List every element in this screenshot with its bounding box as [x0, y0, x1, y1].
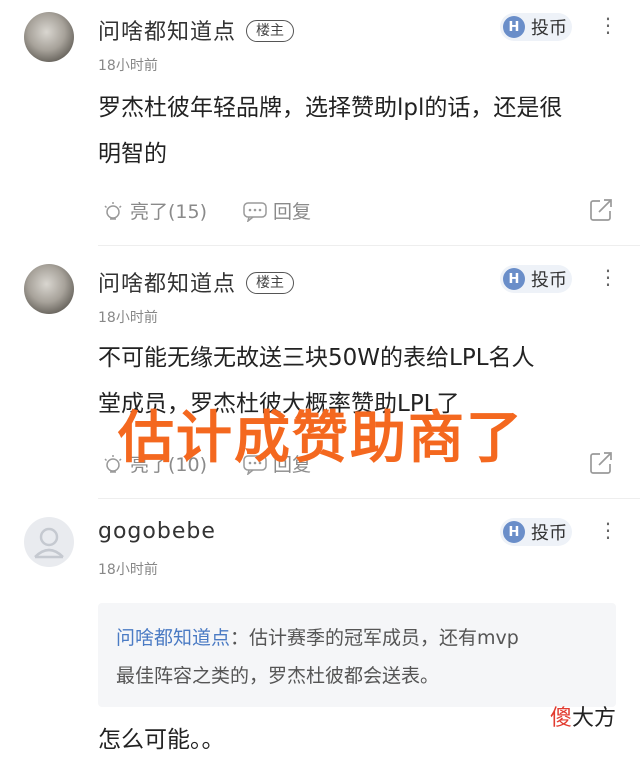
username[interactable]: gogobebe — [98, 519, 216, 544]
username-text[interactable]: gogobebe — [98, 519, 216, 544]
more-options-icon[interactable]: ⋮ — [598, 520, 618, 540]
overlay-caption: 估计成赞助商了 — [118, 406, 524, 471]
quote-text: 问啥都知道点：估计赛季的冠军成员，还有mvp 最佳阵容之类的，罗杰杜彼都会送表。 — [116, 619, 598, 695]
watermark-part-2: 大方 — [572, 706, 617, 731]
comment-line: 怎么可能。。 — [98, 727, 225, 753]
coin-label: 投币 — [531, 18, 567, 39]
watermark: 傻大方 — [550, 700, 616, 732]
comment-text: 怎么可能。。 — [98, 717, 618, 763]
reply-icon — [243, 201, 267, 222]
avatar[interactable] — [24, 12, 74, 62]
more-options-icon[interactable]: ⋮ — [598, 267, 618, 287]
quote-author[interactable]: 问啥都知道点 — [116, 627, 230, 649]
op-badge: 楼主 — [246, 20, 295, 42]
quote-line-1: 估计赛季的冠军成员，还有mvp — [249, 627, 519, 649]
op-badge: 楼主 — [246, 272, 295, 294]
comment-actions: 亮了(15) 回复 — [98, 197, 618, 227]
username[interactable]: 问啥都知道点 楼主 — [98, 14, 295, 46]
username-text[interactable]: 问啥都知道点 — [98, 272, 236, 297]
divider — [98, 245, 640, 246]
comment-text: 罗杰杜彼年轻品牌，选择赞助lpl的话，还是很 明智的 — [98, 85, 618, 177]
coin-label: 投币 — [531, 523, 567, 544]
reply-button[interactable]: 回复 — [242, 197, 311, 224]
timestamp: 18小时前 — [98, 562, 158, 578]
share-icon[interactable] — [588, 197, 614, 223]
avatar[interactable] — [24, 264, 74, 314]
coin-label: 投币 — [531, 270, 567, 291]
default-avatar-icon — [34, 527, 64, 559]
quoted-reply[interactable]: 问啥都知道点：估计赛季的冠军成员，还有mvp 最佳阵容之类的，罗杰杜彼都会送表。 — [98, 603, 616, 707]
more-options-icon[interactable]: ⋮ — [598, 15, 618, 35]
comment-line: 罗杰杜彼年轻品牌，选择赞助lpl的话，还是很 — [98, 95, 563, 121]
comment-3: gogobebe H 投币 ⋮ 18小时前 问啥都知道点：估计赛季的冠军成员，还… — [0, 505, 640, 753]
like-button[interactable]: 亮了(15) — [102, 197, 207, 224]
reply-label: 回复 — [273, 201, 312, 223]
comment-line: 明智的 — [98, 141, 167, 167]
like-label: 亮了(15) — [130, 201, 208, 223]
comment-line: 不可能无缘无故送三块50W的表给LPL名人 — [98, 345, 535, 371]
coin-button[interactable]: H 投币 — [500, 518, 572, 546]
coin-icon: H — [503, 16, 525, 38]
quote-separator: ： — [230, 627, 250, 649]
coin-icon: H — [503, 268, 525, 290]
avatar[interactable] — [24, 517, 74, 567]
username-text[interactable]: 问啥都知道点 — [98, 20, 236, 45]
username[interactable]: 问啥都知道点 楼主 — [98, 266, 295, 298]
watermark-part-1: 傻 — [550, 706, 573, 731]
comment-1: 问啥都知道点 楼主 H 投币 ⋮ 18小时前 罗杰杜彼年轻品牌，选择赞助lpl的话… — [0, 0, 640, 250]
coin-button[interactable]: H 投币 — [500, 13, 572, 41]
quote-line-2: 最佳阵容之类的，罗杰杜彼都会送表。 — [116, 665, 440, 687]
coin-button[interactable]: H 投币 — [500, 265, 572, 293]
like-icon — [104, 201, 122, 220]
divider — [98, 498, 640, 499]
timestamp: 18小时前 — [98, 58, 158, 74]
timestamp: 18小时前 — [98, 310, 158, 326]
share-icon[interactable] — [588, 450, 614, 476]
coin-icon: H — [503, 521, 525, 543]
